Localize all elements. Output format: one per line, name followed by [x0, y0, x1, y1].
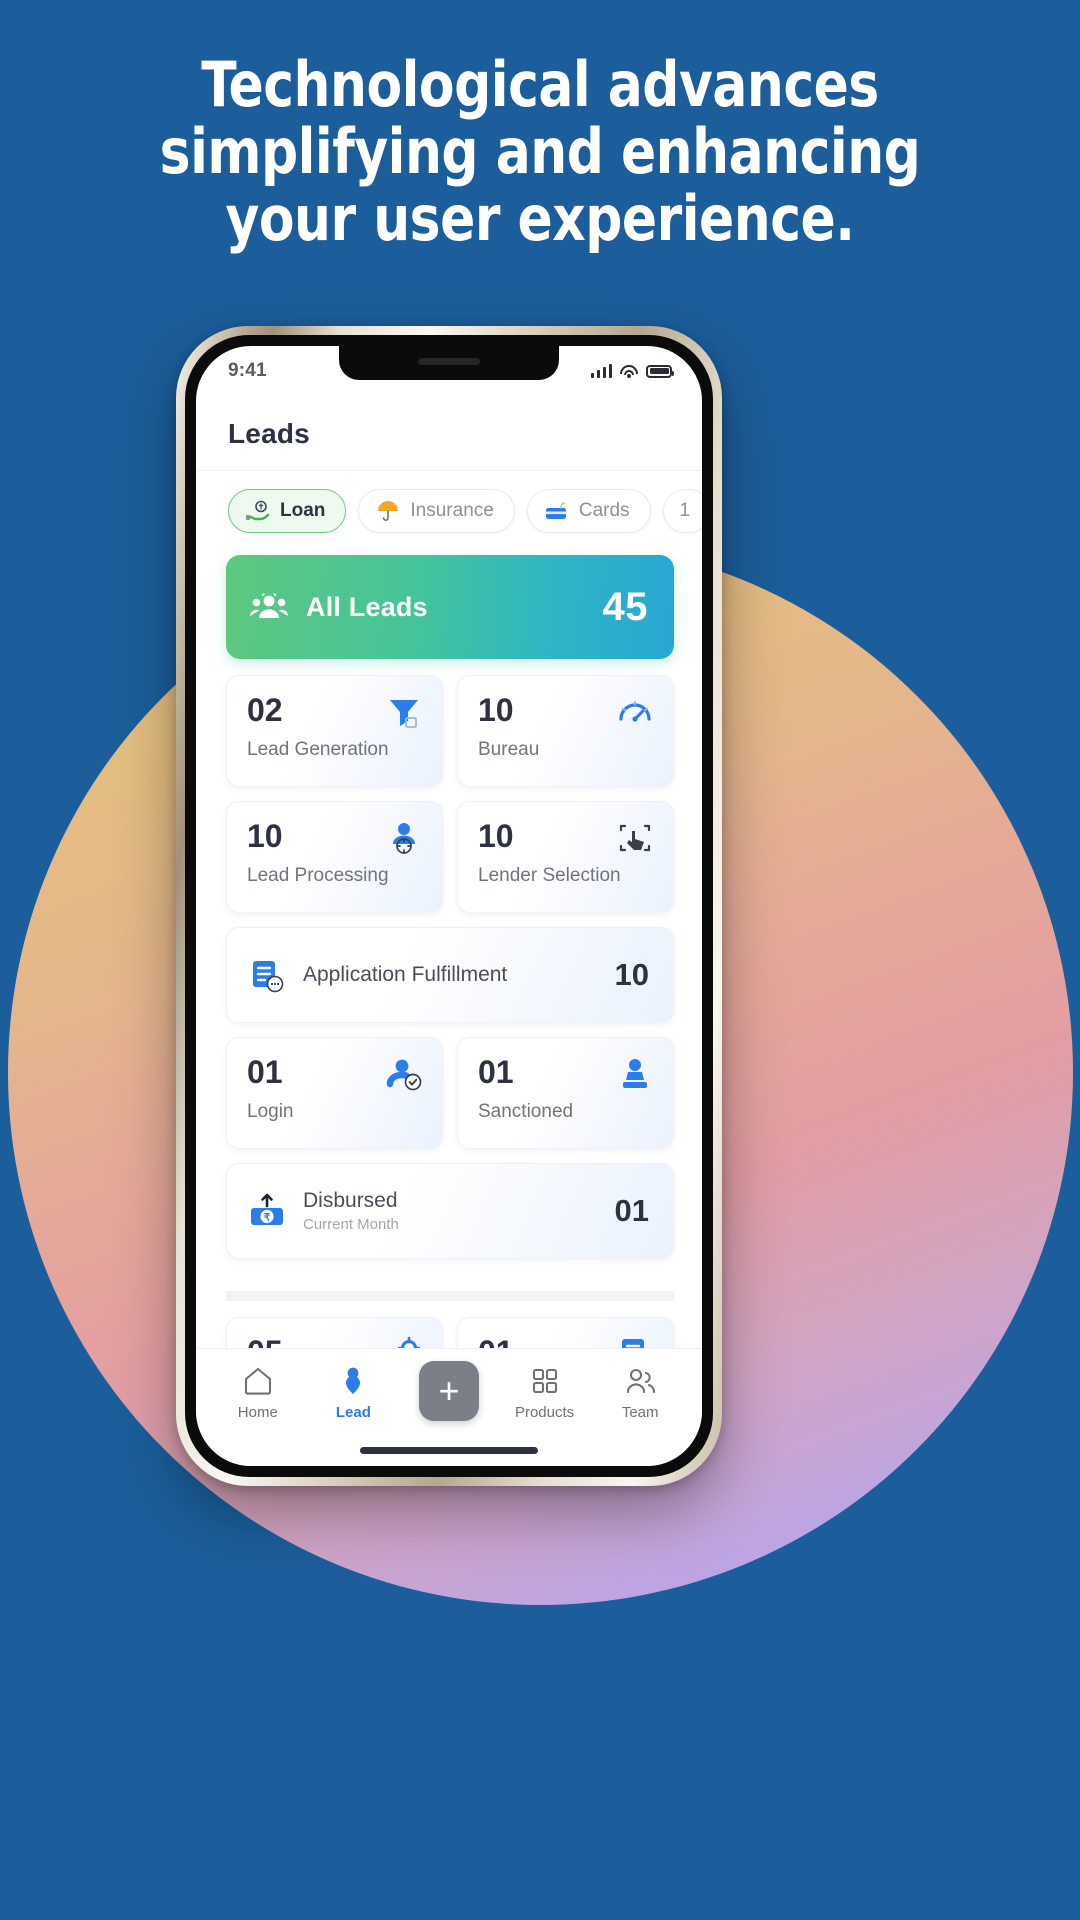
wide-card-left: ₹ Disbursed Current Month — [247, 1189, 399, 1233]
user-gear-icon — [393, 823, 415, 854]
umbrella-icon — [378, 500, 399, 521]
money-up-icon: ₹ — [251, 1193, 283, 1225]
fab-plus-icon[interactable]: + — [418, 1361, 479, 1421]
stat-card-grid: 02 Lead Generation 10 Bureau 10 Lead Pro… — [196, 659, 702, 1429]
banner-count: 45 — [602, 584, 648, 629]
chip-insurance-label: Insurance — [410, 500, 494, 521]
stat-label: Lead Processing — [247, 865, 389, 886]
status-time: 9:41 — [228, 360, 267, 381]
category-chip-row[interactable]: Loan Insurance Cards 1 — [196, 471, 702, 549]
cellular-signal-icon — [590, 364, 612, 378]
chip-loan-label: Loan — [280, 500, 326, 521]
nav-item-lead[interactable]: Lead — [307, 1365, 399, 1421]
user-check-icon — [386, 1059, 422, 1091]
wide-card-count: 01 — [614, 1193, 649, 1228]
phone-screen: 9:41 Leads Loan Insurance Cards 1 All Le… — [196, 346, 702, 1466]
nav-item-home[interactable]: Home — [212, 1365, 304, 1421]
document-chat-icon — [253, 961, 284, 993]
stat-label: Login — [247, 1101, 294, 1122]
chip-loan[interactable]: Loan — [228, 489, 347, 533]
speedometer-icon — [619, 701, 651, 722]
credit-card-icon — [545, 502, 566, 519]
home-indicator — [360, 1447, 538, 1454]
team-icon — [627, 1368, 656, 1394]
battery-icon — [646, 364, 674, 378]
stat-card-application-fulfillment[interactable]: Application Fulfillment 10 — [226, 927, 674, 1023]
promo-headline: Technological advances simplifying and e… — [0, 48, 1080, 255]
nav-item-team[interactable]: Team — [594, 1365, 686, 1421]
chip-cards[interactable]: Cards — [526, 489, 651, 533]
svg-text:₹: ₹ — [264, 1213, 271, 1224]
wide-card-title: Disbursed — [303, 1189, 398, 1212]
stat-card-disbursed[interactable]: ₹ Disbursed Current Month 01 — [226, 1163, 674, 1259]
home-icon — [244, 1367, 271, 1395]
add-lead-fab[interactable]: + — [403, 1361, 495, 1421]
section-separator — [226, 1291, 674, 1301]
stat-card-row: 02 Lead Generation 10 Bureau — [226, 675, 674, 787]
chip-partial[interactable]: 1 — [662, 489, 702, 533]
wide-card-count: 10 — [614, 957, 649, 992]
stat-card-row: 01 Login 01 Sanctioned — [226, 1037, 674, 1149]
wifi-icon — [620, 364, 638, 378]
page-title: Leads — [228, 418, 310, 449]
nav-label: Team — [621, 1404, 659, 1421]
nav-label: Home — [237, 1404, 278, 1421]
banner-label: All Leads — [306, 591, 428, 622]
stamp-icon — [623, 1059, 647, 1088]
lead-icon — [346, 1367, 361, 1394]
headline-line-3: your user experience. — [225, 181, 855, 255]
tap-select-icon — [619, 824, 651, 852]
stat-card-bureau[interactable]: 10 Bureau — [457, 675, 674, 787]
headline-line-1: Technological advances — [201, 48, 879, 121]
group-people-icon — [250, 593, 288, 618]
funnel-icon — [390, 700, 418, 728]
wide-card-subtitle: Current Month — [303, 1216, 399, 1233]
chip-partial-label: 1 — [679, 500, 691, 521]
banner-left: All Leads — [250, 592, 428, 623]
stat-card-lender-selection[interactable]: 10 Lender Selection — [457, 801, 674, 913]
chip-insurance[interactable]: Insurance — [358, 489, 515, 533]
wide-card-left: Application Fulfillment — [247, 955, 507, 995]
stat-card-row: 10 Lead Processing 10 Lender Selection — [226, 801, 674, 913]
status-icons — [590, 364, 674, 378]
app-header: Leads — [196, 392, 702, 471]
all-leads-banner[interactable]: All Leads 45 — [226, 555, 674, 659]
nav-label: Products — [514, 1404, 575, 1421]
stat-card-lead-processing[interactable]: 10 Lead Processing — [226, 801, 443, 913]
stat-label: Lead Generation — [247, 739, 389, 760]
status-bar: 9:41 — [196, 346, 702, 392]
chip-cards-label: Cards — [578, 500, 630, 521]
stat-label: Bureau — [478, 739, 540, 760]
stat-label: Sanctioned — [478, 1101, 574, 1122]
phone-mockup: 9:41 Leads Loan Insurance Cards 1 All Le… — [176, 326, 722, 1486]
grid-icon — [532, 1368, 557, 1394]
nav-label: Lead — [335, 1404, 371, 1421]
stat-card-lead-generation[interactable]: 02 Lead Generation — [226, 675, 443, 787]
stat-card-sanctioned[interactable]: 01 Sanctioned — [457, 1037, 674, 1149]
nav-item-products[interactable]: Products — [499, 1365, 591, 1421]
hand-coin-icon — [245, 500, 270, 521]
stat-label: Lender Selection — [478, 865, 621, 886]
wide-card-title: Application Fulfillment — [303, 963, 508, 986]
stat-card-login[interactable]: 01 Login — [226, 1037, 443, 1149]
headline-line-2: simplifying and enhancing — [159, 114, 921, 188]
